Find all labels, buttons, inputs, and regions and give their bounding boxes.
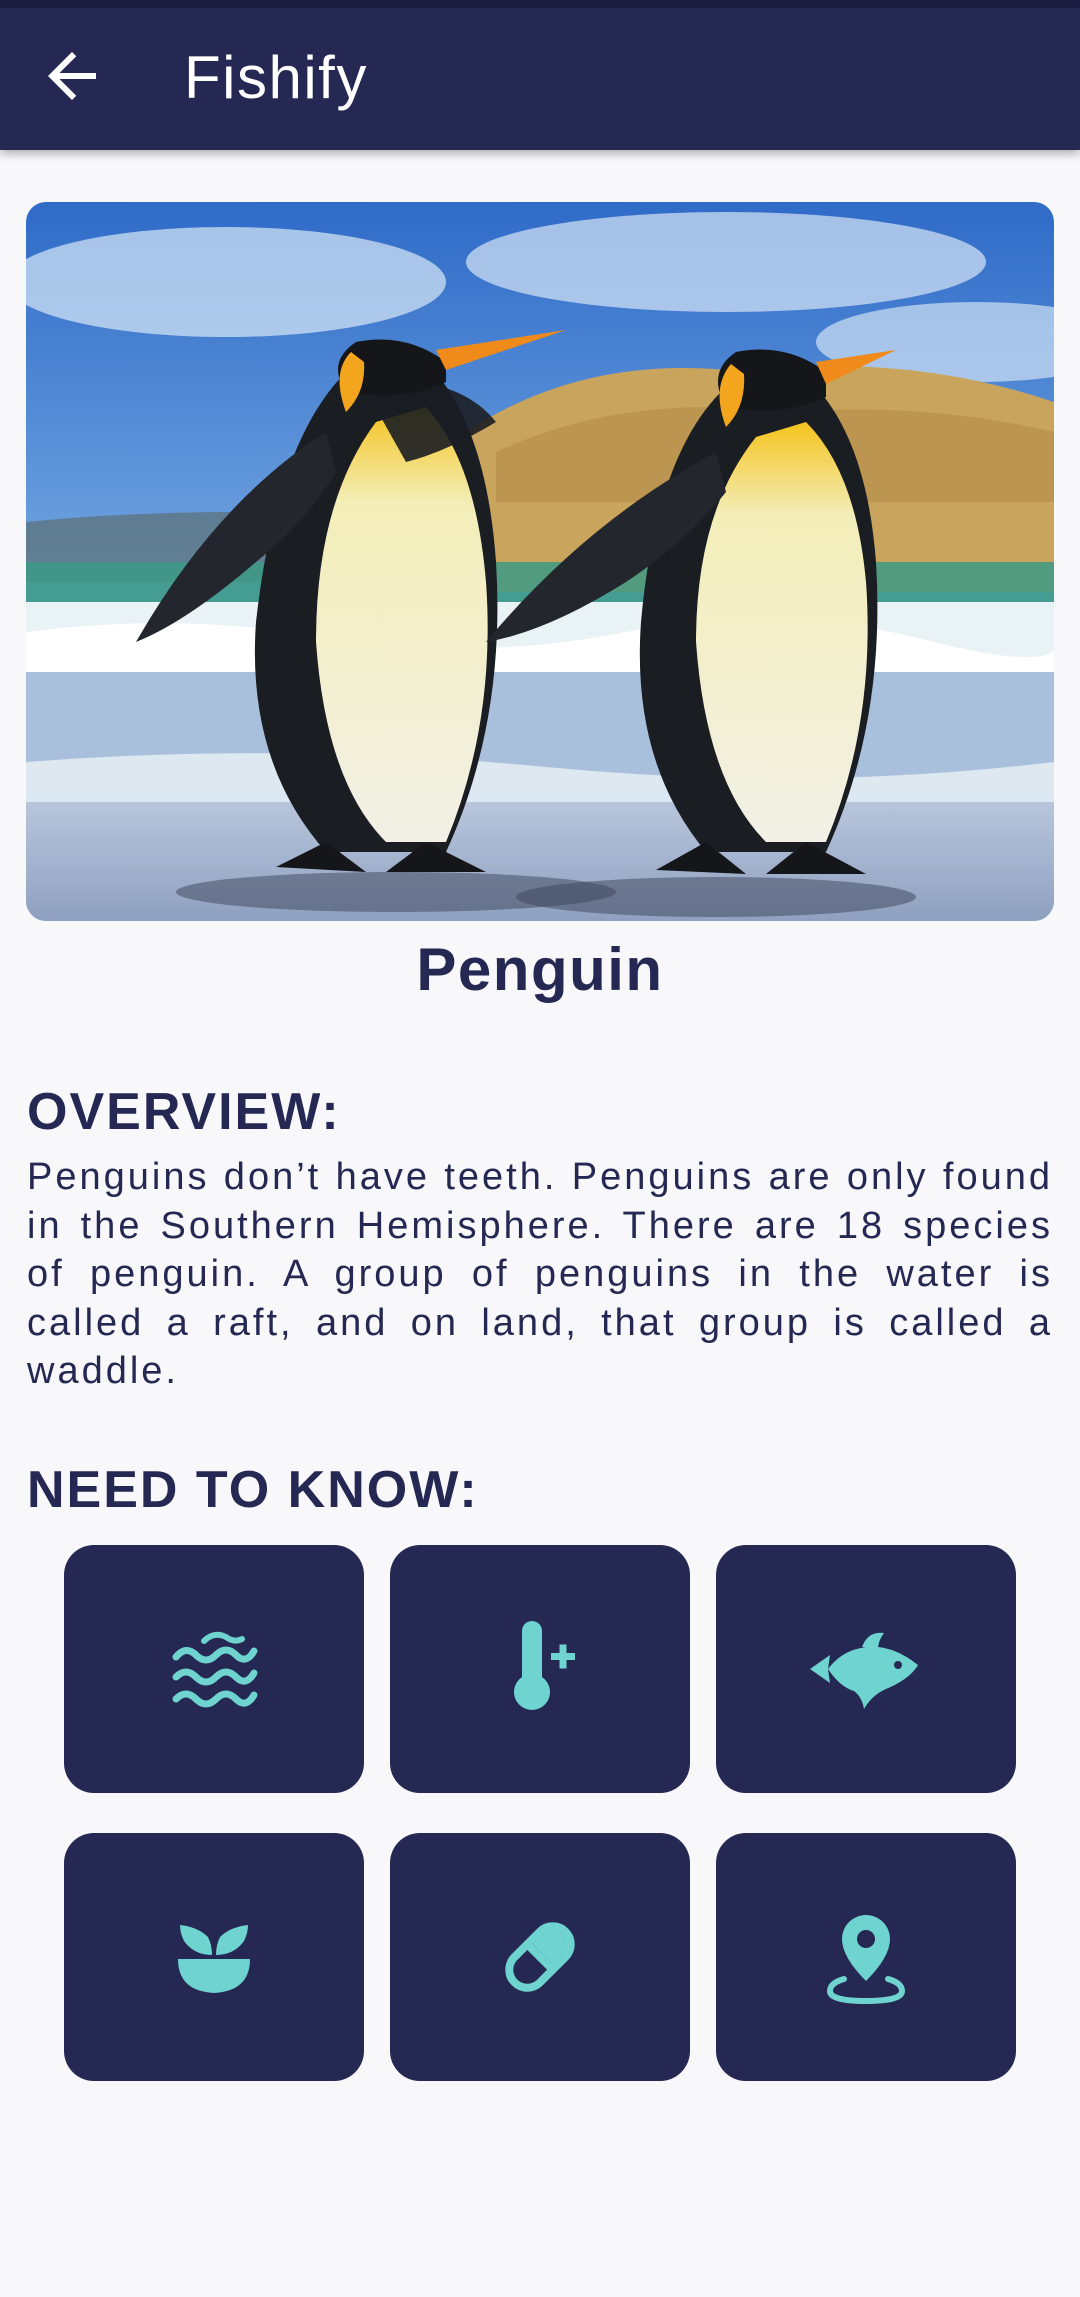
temperature-tile-button[interactable] [390,1545,690,1793]
need-to-know-heading: NEED TO KNOW: [27,1461,479,1519]
thermometer-plus-icon [514,1621,575,1710]
fish-icon [810,1632,918,1709]
overview-text: Penguins don’t have teeth. Penguins are … [27,1156,1053,1392]
location-pin-icon [826,1915,906,2005]
overview-heading: OVERVIEW: [27,1083,341,1141]
water-tile-button[interactable] [64,1545,364,1793]
species-image [26,202,1054,921]
species-name: Penguin [416,936,664,1003]
app-bar: Fishify [0,8,1080,150]
arrow-back-icon [48,52,96,100]
location-tile-button[interactable] [716,1833,1016,2081]
diet-tile-button[interactable] [716,1545,1016,1793]
plant-pot-icon [178,1925,250,1993]
back-button[interactable] [36,40,108,112]
plants-tile-button[interactable] [64,1833,364,2081]
pill-icon [505,1922,575,1992]
water-waves-icon [172,1631,258,1708]
app-title: Fishify [184,44,368,111]
status-bar [0,0,1080,8]
medicine-tile-button[interactable] [390,1833,690,2081]
